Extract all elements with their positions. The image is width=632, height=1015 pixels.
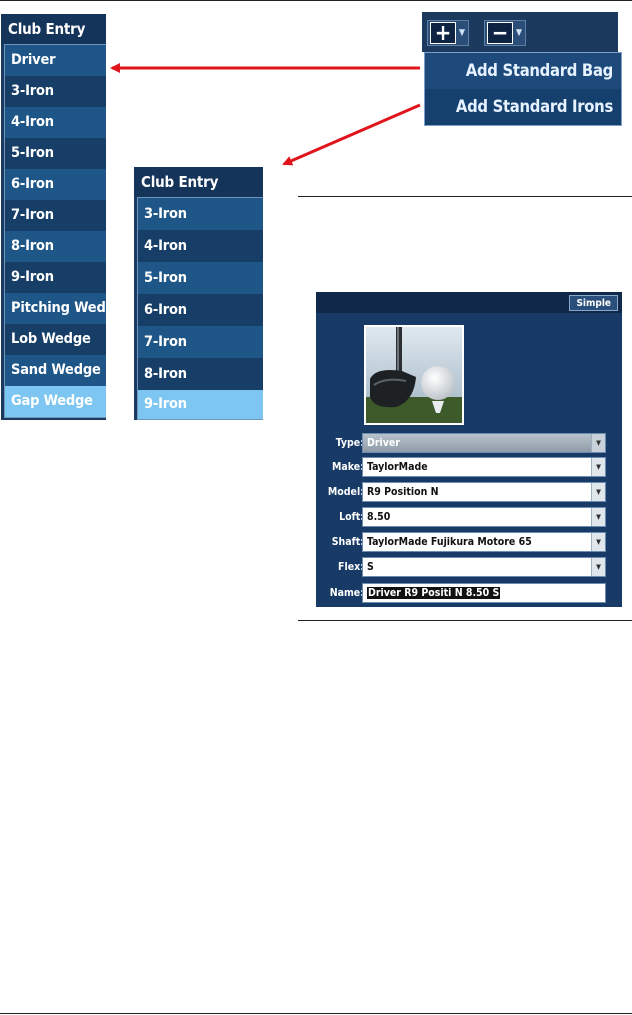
loft-value: 8.50 — [367, 511, 391, 523]
minus-icon: − — [487, 21, 513, 46]
make-select[interactable]: TaylorMade ▼ — [362, 457, 606, 477]
simple-button[interactable]: Simple — [569, 295, 618, 311]
chevron-down-icon[interactable]: ▼ — [591, 533, 605, 551]
name-label: Name: — [329, 587, 364, 599]
plus-icon: + — [430, 21, 456, 46]
model-value: R9 Position N — [367, 486, 439, 498]
club-toolbar: + ▼ − ▼ — [422, 12, 618, 52]
remove-club-button[interactable]: − ▼ — [484, 20, 526, 46]
type-row: Type: Driver ▼ — [316, 433, 622, 453]
make-value: TaylorMade — [367, 461, 428, 473]
club-item-3-iron[interactable]: 3-Iron — [5, 76, 106, 107]
club-item-4-iron[interactable]: 4-Iron — [5, 107, 106, 138]
name-input[interactable]: Driver R9 Positi N 8.50 S — [362, 583, 606, 603]
club-item-7-iron[interactable]: 7-Iron — [5, 200, 106, 231]
flex-row: Flex: S ▼ — [316, 557, 622, 577]
name-value: Driver R9 Positi N 8.50 S — [367, 587, 501, 599]
club-item-4-iron[interactable]: 4-Iron — [138, 230, 263, 262]
shaft-value: TaylorMade Fujikura Motore 65 — [367, 536, 532, 548]
add-menu-dropdown: Add Standard Bag Add Standard Irons — [424, 52, 622, 126]
club-item-driver[interactable]: Driver — [5, 45, 106, 76]
club-item-sand-wedge[interactable]: Sand Wedge — [5, 355, 106, 386]
make-row: Make: TaylorMade ▼ — [316, 457, 622, 477]
menu-item-add-standard-bag[interactable]: Add Standard Bag — [425, 53, 621, 89]
club-entry-title: Club Entry — [1, 14, 106, 44]
detail-rule — [298, 620, 632, 621]
club-entry-title: Club Entry — [134, 167, 263, 197]
flex-select[interactable]: S ▼ — [362, 557, 606, 577]
club-image — [364, 325, 464, 425]
club-entry-panel-right: Club Entry 3-Iron 4-Iron 5-Iron 6-Iron 7… — [134, 167, 263, 420]
mid-rule — [298, 196, 632, 197]
flex-label: Flex: — [338, 561, 364, 573]
shaft-select[interactable]: TaylorMade Fujikura Motore 65 ▼ — [362, 532, 606, 552]
menu-item-add-standard-irons[interactable]: Add Standard Irons — [425, 89, 621, 125]
loft-select[interactable]: 8.50 ▼ — [362, 507, 606, 527]
arrow-standard-irons — [282, 103, 421, 166]
chevron-down-icon: ▼ — [458, 28, 466, 38]
club-item-pitching-wedge[interactable]: Pitching Wedge — [5, 293, 106, 324]
chevron-down-icon[interactable]: ▼ — [591, 483, 605, 501]
club-item-5-iron[interactable]: 5-Iron — [5, 138, 106, 169]
club-item-9-iron[interactable]: 9-Iron — [5, 262, 106, 293]
club-item-gap-wedge[interactable]: Gap Wedge — [5, 386, 106, 417]
club-item-6-iron[interactable]: 6-Iron — [138, 294, 263, 326]
type-value: Driver — [367, 437, 400, 449]
model-row: Model: R9 Position N ▼ — [316, 482, 622, 502]
chevron-down-icon[interactable]: ▼ — [591, 508, 605, 526]
loft-label: Loft: — [339, 511, 364, 523]
club-list-left: Driver 3-Iron 4-Iron 5-Iron 6-Iron 7-Iro… — [4, 44, 106, 418]
club-entry-panel-left: Club Entry Driver 3-Iron 4-Iron 5-Iron 6… — [1, 14, 106, 420]
club-item-5-iron[interactable]: 5-Iron — [138, 262, 263, 294]
loft-row: Loft: 8.50 ▼ — [316, 507, 622, 527]
make-label: Make: — [332, 461, 364, 473]
name-row: Name: Driver R9 Positi N 8.50 S — [316, 583, 622, 603]
detail-topbar: Simple — [316, 292, 622, 313]
model-label: Model: — [327, 486, 364, 498]
chevron-down-icon[interactable]: ▼ — [591, 434, 605, 452]
add-club-button[interactable]: + ▼ — [427, 20, 469, 46]
club-detail-panel: Simple Type: Driver ▼ Make: TaylorMade ▼… — [316, 292, 622, 607]
club-item-8-iron[interactable]: 8-Iron — [5, 231, 106, 262]
chevron-down-icon: ▼ — [515, 28, 523, 38]
club-item-3-iron[interactable]: 3-Iron — [138, 198, 263, 230]
type-label: Type: — [335, 437, 364, 449]
club-item-7-iron[interactable]: 7-Iron — [138, 326, 263, 358]
type-select[interactable]: Driver ▼ — [362, 433, 606, 453]
bottom-rule — [0, 1013, 632, 1014]
club-item-lob-wedge[interactable]: Lob Wedge — [5, 324, 106, 355]
top-rule — [0, 0, 632, 1]
chevron-down-icon[interactable]: ▼ — [591, 558, 605, 576]
flex-value: S — [367, 561, 374, 573]
club-list-right: 3-Iron 4-Iron 5-Iron 6-Iron 7-Iron 8-Iro… — [137, 197, 263, 420]
model-select[interactable]: R9 Position N ▼ — [362, 482, 606, 502]
club-item-6-iron[interactable]: 6-Iron — [5, 169, 106, 200]
club-item-9-iron[interactable]: 9-Iron — [138, 390, 263, 419]
club-item-8-iron[interactable]: 8-Iron — [138, 358, 263, 390]
chevron-down-icon[interactable]: ▼ — [591, 458, 605, 476]
shaft-label: Shaft: — [331, 536, 364, 548]
shaft-row: Shaft: TaylorMade Fujikura Motore 65 ▼ — [316, 532, 622, 552]
